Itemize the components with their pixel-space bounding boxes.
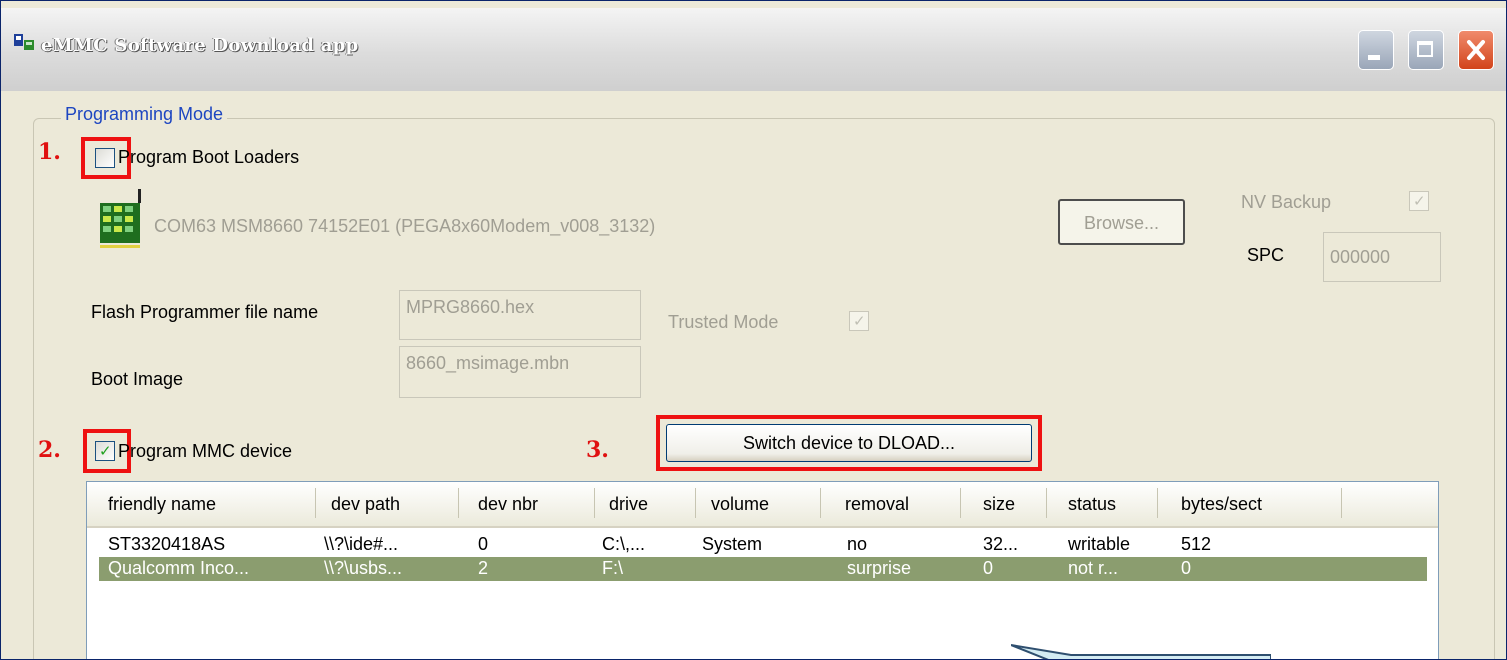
program-boot-loaders-checkbox[interactable] xyxy=(95,148,115,168)
cell-friendly-name: Qualcomm Inco... xyxy=(108,558,250,578)
device-info-text: COM63 MSM8660 74152E01 (PEGA8x60Modem_v0… xyxy=(154,216,656,236)
program-boot-loaders-label: Program Boot Loaders xyxy=(118,147,300,167)
device-list-header: friendly name dev path dev nbr drive vol… xyxy=(87,482,1438,528)
switch-to-dload-button[interactable]: Switch device to DLOAD... xyxy=(666,424,1032,462)
cell-friendly-name: ST3320418AS xyxy=(108,534,226,554)
app-window: eMMC Software Download app Programming M… xyxy=(0,0,1507,660)
check-icon: ✓ xyxy=(99,442,112,460)
title-bar[interactable]: eMMC Software Download app xyxy=(1,8,1506,91)
column-volume[interactable]: volume xyxy=(711,494,769,515)
flash-programmer-label: Flash Programmer file name xyxy=(91,302,319,322)
table-row-selected[interactable]: Qualcomm Inco... \\?\usbs... 2 F:\ surpr… xyxy=(99,557,1427,581)
close-icon xyxy=(1467,40,1485,60)
column-divider[interactable] xyxy=(820,488,821,518)
cell-status: writable xyxy=(1068,534,1131,554)
programming-mode-label: Programming Mode xyxy=(61,104,228,125)
step-3-marker: 3. xyxy=(586,437,609,463)
step-1-marker: 1. xyxy=(38,139,61,165)
app-icon xyxy=(14,34,34,50)
boot-image-label: Boot Image xyxy=(91,369,184,389)
spc-label: SPC xyxy=(1247,245,1285,265)
close-button[interactable] xyxy=(1458,30,1494,70)
cell-size: 32... xyxy=(983,534,1019,554)
program-mmc-checkbox[interactable]: ✓ xyxy=(95,441,115,461)
step-2-marker: 2. xyxy=(38,437,61,463)
column-divider[interactable] xyxy=(594,488,595,518)
cell-removal: no xyxy=(847,534,868,554)
window-title: eMMC Software Download app xyxy=(41,35,359,56)
column-size[interactable]: size xyxy=(983,494,1015,515)
browse-button[interactable]: Browse... xyxy=(1058,199,1185,245)
cell-dev-path: \\?\ide#... xyxy=(324,534,399,554)
column-divider[interactable] xyxy=(695,488,696,518)
cell-dev-nbr: 0 xyxy=(478,534,489,554)
column-status[interactable]: status xyxy=(1068,494,1116,515)
cell-drive: F:\ xyxy=(602,558,623,578)
column-divider[interactable] xyxy=(458,488,459,518)
cell-dev-path: \\?\usbs... xyxy=(324,558,403,578)
program-mmc-label: Program MMC device xyxy=(118,441,293,461)
cell-dev-nbr: 2 xyxy=(478,558,489,578)
maximize-icon xyxy=(1417,41,1433,57)
trusted-mode-checkbox[interactable]: ✓ xyxy=(849,311,869,331)
cell-removal: surprise xyxy=(847,558,912,578)
column-divider[interactable] xyxy=(315,488,316,518)
phone-chip-icon xyxy=(100,189,141,248)
callout-shape xyxy=(1011,644,1271,659)
column-friendly-name[interactable]: friendly name xyxy=(108,494,216,515)
minimize-icon xyxy=(1368,55,1380,60)
column-drive[interactable]: drive xyxy=(609,494,648,515)
nv-backup-label: NV Backup xyxy=(1241,192,1332,212)
cell-size: 0 xyxy=(983,558,994,578)
column-divider[interactable] xyxy=(1157,488,1158,518)
check-icon: ✓ xyxy=(1413,192,1426,210)
flash-programmer-field[interactable]: MPRG8660.hex xyxy=(399,290,641,340)
device-list[interactable]: friendly name dev path dev nbr drive vol… xyxy=(86,481,1439,659)
column-divider[interactable] xyxy=(1341,488,1342,518)
cell-bytes-sect: 512 xyxy=(1181,534,1212,554)
boot-image-field[interactable]: 8660_msimage.mbn xyxy=(399,346,641,398)
cell-bytes-sect: 0 xyxy=(1181,558,1192,578)
cell-status: not r... xyxy=(1068,558,1119,578)
column-dev-path[interactable]: dev path xyxy=(331,494,400,515)
spc-field[interactable]: 000000 xyxy=(1323,232,1441,282)
column-divider[interactable] xyxy=(960,488,961,518)
column-divider[interactable] xyxy=(1046,488,1047,518)
maximize-button[interactable] xyxy=(1408,30,1444,70)
table-row[interactable]: ST3320418AS \\?\ide#... 0 C:\,... System… xyxy=(99,533,1427,557)
column-dev-nbr[interactable]: dev nbr xyxy=(478,494,538,515)
minimize-button[interactable] xyxy=(1358,30,1394,70)
trusted-mode-label: Trusted Mode xyxy=(668,312,779,332)
cell-drive: C:\,... xyxy=(602,534,646,554)
client-area: Programming Mode 1. Program Boot Loaders… xyxy=(6,91,1503,659)
check-icon: ✓ xyxy=(853,312,866,330)
column-bytes-sect[interactable]: bytes/sect xyxy=(1181,494,1262,515)
nv-backup-checkbox[interactable]: ✓ xyxy=(1409,191,1429,211)
column-removal[interactable]: removal xyxy=(845,494,909,515)
cell-volume: System xyxy=(702,534,763,554)
